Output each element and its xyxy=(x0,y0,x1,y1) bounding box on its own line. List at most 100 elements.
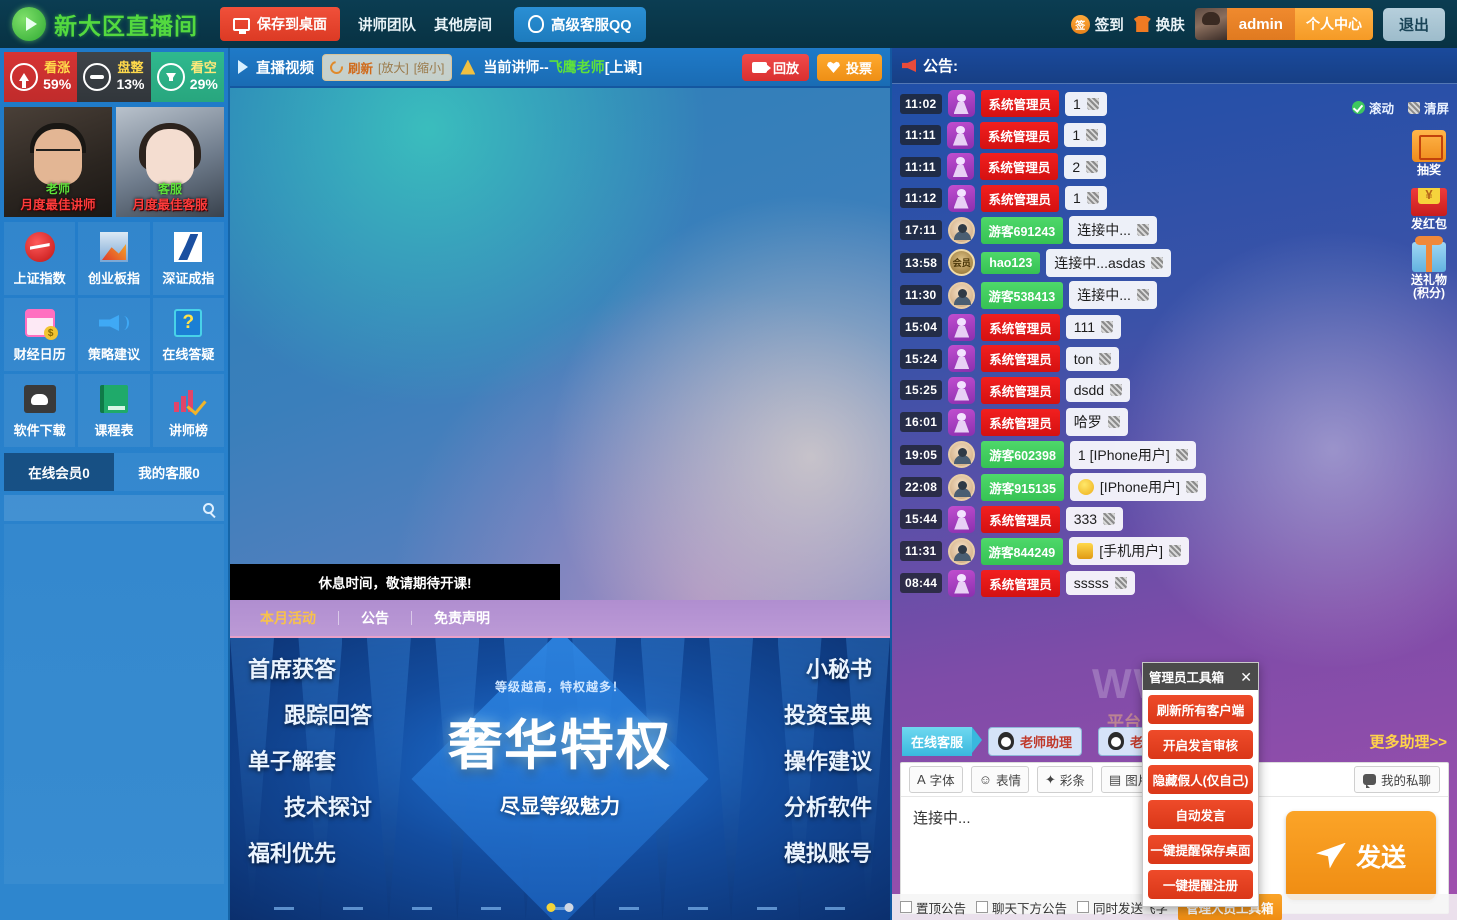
more-assistants-link[interactable]: 更多助理>> xyxy=(1369,731,1447,752)
emoji-button[interactable]: ☺ 表情 xyxy=(970,766,1029,793)
chat-username[interactable]: 游客538413 xyxy=(980,281,1064,309)
logout-button[interactable]: 退出 xyxy=(1382,7,1445,41)
chat-username[interactable]: 游客844249 xyxy=(980,537,1064,565)
remind-register-button[interactable]: 一键提醒注册 xyxy=(1148,870,1253,899)
logo[interactable]: 新大区直播间 xyxy=(12,7,198,41)
below-chat-announcement-checkbox[interactable]: 聊天下方公告 xyxy=(976,898,1067,917)
delete-message-icon[interactable] xyxy=(1086,160,1099,173)
teacher-suffix: [上课] xyxy=(604,59,643,75)
qq-penguin-icon xyxy=(998,732,1015,750)
enable-speech-review-button[interactable]: 开启发言审核 xyxy=(1148,730,1253,759)
tile-teacher-ranking[interactable]: 讲师榜 xyxy=(152,374,224,447)
hide-bots-button[interactable]: 隐藏假人(仅自己) xyxy=(1148,765,1253,794)
zoom-in-label[interactable]: [放大] xyxy=(378,59,409,76)
chat-username[interactable]: 系统管理员 xyxy=(980,184,1060,212)
remind-save-desktop-button[interactable]: 一键提醒保存桌面 xyxy=(1148,835,1253,864)
banner-dot-2[interactable] xyxy=(564,903,574,912)
admin-toolbox-title: 管理员工具箱 xyxy=(1149,671,1225,685)
tile-chinext-index[interactable]: 创业板指 xyxy=(78,222,150,295)
tile-financial-calendar[interactable]: 财经日历 xyxy=(4,298,76,371)
change-skin-button[interactable]: 换肤 xyxy=(1133,14,1185,35)
member-search-input[interactable] xyxy=(4,495,224,521)
tab-online-members[interactable]: 在线会员0 xyxy=(4,453,114,491)
video-player[interactable]: 休息时间，敬请期待开课! xyxy=(230,88,890,600)
sentiment-bullish[interactable]: 看涨 59% xyxy=(4,52,78,102)
zoom-out-label[interactable]: [缩小] xyxy=(414,59,445,76)
tile-strategy-advice[interactable]: 策略建议 xyxy=(78,298,150,371)
chat-username[interactable]: 系统管理员 xyxy=(981,505,1060,533)
best-teacher-card[interactable]: 老师 月度最佳讲师 xyxy=(4,107,112,217)
pin-announcement-checkbox[interactable]: 置顶公告 xyxy=(900,898,966,917)
save-to-desktop-button[interactable]: 保存到桌面 xyxy=(220,7,340,41)
nav-teacher-team[interactable]: 讲师团队 xyxy=(358,14,416,35)
delete-message-icon[interactable] xyxy=(1136,289,1149,301)
delete-message-icon[interactable] xyxy=(1101,321,1113,333)
assistant-button-1[interactable]: 老师助理 xyxy=(988,726,1083,756)
senior-service-qq-button[interactable]: 高级客服QQ xyxy=(514,6,646,42)
delete-message-icon[interactable] xyxy=(1175,448,1188,461)
emoji-label: 表情 xyxy=(995,774,1021,788)
tab-announcement[interactable]: 公告 xyxy=(339,611,412,625)
chat-username[interactable]: 系统管理员 xyxy=(981,313,1060,341)
delete-message-icon[interactable] xyxy=(1136,224,1149,236)
delete-message-icon[interactable] xyxy=(1151,256,1164,269)
vote-button[interactable]: 投票 xyxy=(816,53,882,81)
teacher-name: 飞鹰老师 xyxy=(548,59,605,75)
tab-my-service[interactable]: 我的客服0 xyxy=(114,453,224,491)
tab-monthly-activity[interactable]: 本月活动 xyxy=(238,611,339,625)
sentiment-bearish[interactable]: 看空 29% xyxy=(150,52,224,102)
user-center-button[interactable]: 个人中心 xyxy=(1294,8,1373,40)
delete-message-icon[interactable] xyxy=(1110,384,1123,396)
chat-username[interactable]: 系统管理员 xyxy=(981,345,1060,372)
chat-username[interactable]: 游客602398 xyxy=(981,441,1064,468)
tab-disclaimer[interactable]: 免责声明 xyxy=(412,611,512,625)
chat-message-list[interactable]: 11:02 系统管理员 1 11:11 系统管理员 1 11:11 系统管理员 … xyxy=(892,84,1457,744)
delete-message-icon[interactable] xyxy=(1086,97,1099,110)
delete-message-icon[interactable] xyxy=(1114,577,1127,589)
delete-message-icon[interactable] xyxy=(1169,545,1182,557)
send-button[interactable]: 发送 xyxy=(1286,811,1436,900)
close-icon[interactable]: ✕ xyxy=(1240,670,1252,684)
chat-username[interactable]: hao123 xyxy=(981,251,1041,274)
sentiment-neutral[interactable]: 盘整 13% xyxy=(77,52,151,102)
replay-label: 回放 xyxy=(772,60,799,76)
chat-row: 15:25 系统管理员 dsdd xyxy=(900,376,1449,404)
chat-row: 11:02 系统管理员 1 xyxy=(900,90,1449,117)
chat-username[interactable]: 游客915135 xyxy=(981,473,1064,501)
banner-dot-1[interactable] xyxy=(546,903,556,912)
video-refresh-group[interactable]: 刷新 [放大] [缩小] xyxy=(322,53,453,81)
tile-sse-index[interactable]: 上证指数 xyxy=(4,222,76,295)
sign-in-button[interactable]: 签 签到 xyxy=(1070,14,1124,35)
chat-username[interactable]: 系统管理员 xyxy=(979,153,1059,180)
banner-tagline: 尽显等级魅力 xyxy=(500,796,620,818)
user-block[interactable]: admin 个人中心 xyxy=(1194,8,1373,40)
nav-other-rooms[interactable]: 其他房间 xyxy=(434,14,492,35)
tile-online-qa[interactable]: ? 在线答疑 xyxy=(152,298,224,371)
replay-button[interactable]: 回放 xyxy=(741,53,809,81)
chat-username[interactable]: 系统管理员 xyxy=(980,90,1060,117)
delete-message-icon[interactable] xyxy=(1107,416,1120,428)
font-button[interactable]: A 字体 xyxy=(909,766,963,793)
megaphone-icon xyxy=(97,306,131,340)
my-private-chat-button[interactable]: 我的私聊 xyxy=(1353,766,1440,793)
tile-course-schedule[interactable]: 课程表 xyxy=(78,374,150,447)
delete-message-icon[interactable] xyxy=(1086,192,1099,204)
chat-username[interactable]: 系统管理员 xyxy=(979,121,1059,149)
delete-message-icon[interactable] xyxy=(1099,352,1112,365)
member-list[interactable] xyxy=(4,524,224,884)
promo-banner[interactable]: 等级越高，特权越多！ 奢华特权 尽显等级魅力 首席获答 跟踪回答 单子解套 技术… xyxy=(230,638,890,920)
chat-bubble-icon xyxy=(1362,774,1376,788)
chat-username[interactable]: 系统管理员 xyxy=(981,408,1060,436)
delete-message-icon[interactable] xyxy=(1186,481,1199,493)
chat-username[interactable]: 系统管理员 xyxy=(981,376,1060,404)
chat-username[interactable]: 游客691243 xyxy=(980,216,1064,244)
tile-software-download[interactable]: 软件下载 xyxy=(4,374,76,447)
tile-szse-index[interactable]: 深证成指 xyxy=(152,222,224,295)
delete-message-icon[interactable] xyxy=(1103,513,1116,525)
delete-message-icon[interactable] xyxy=(1086,129,1099,141)
chat-username[interactable]: 系统管理员 xyxy=(981,569,1060,597)
colorbar-button[interactable]: ✦ 彩条 xyxy=(1036,766,1093,793)
auto-speak-button[interactable]: 自动发言 xyxy=(1148,800,1253,829)
best-service-card[interactable]: 客服 月度最佳客服 xyxy=(116,107,224,217)
refresh-all-clients-button[interactable]: 刷新所有客户端 xyxy=(1148,695,1253,724)
